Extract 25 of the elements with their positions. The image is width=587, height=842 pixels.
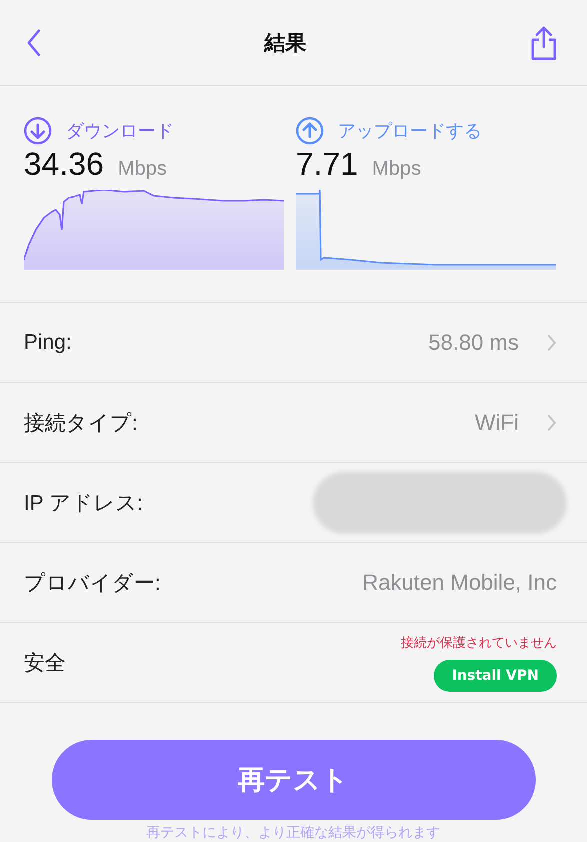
row-label: 接続タイプ: [24, 410, 138, 436]
speed-unit: Mbps [372, 158, 422, 181]
download-icon [24, 117, 52, 145]
share-icon[interactable] [529, 24, 559, 60]
upload-icon [296, 117, 324, 145]
speed-value: 34.36 [24, 146, 104, 183]
chevron-icon [547, 334, 557, 352]
download-label: ダウンロード [66, 120, 174, 143]
chevron-icon [547, 414, 557, 432]
detail-row[interactable]: 接続タイプ: WiFi [0, 383, 587, 463]
row-value: 58.80 ms [428, 330, 519, 356]
speed-unit: Mbps [118, 158, 167, 181]
row-label: IP アドレス: [24, 490, 144, 516]
row-value: Rakuten Mobile, Inc [362, 570, 557, 596]
upload-label: アップロードする [338, 120, 482, 143]
warning-text: 接続が保護されていません [401, 634, 557, 652]
row-label: Ping: [24, 330, 72, 354]
row-label: プロバイダー: [24, 570, 161, 596]
hint-text: 再テストにより、より正確な結果が得られます [146, 824, 440, 842]
screen-title: 結果 [264, 30, 306, 56]
row-label: 安全 [24, 650, 66, 676]
speed-value: 7.71 [296, 146, 358, 183]
row-value: WiFi [475, 410, 519, 436]
back-icon[interactable] [26, 28, 42, 56]
detail-row[interactable]: Ping: 58.80 ms [0, 303, 587, 383]
